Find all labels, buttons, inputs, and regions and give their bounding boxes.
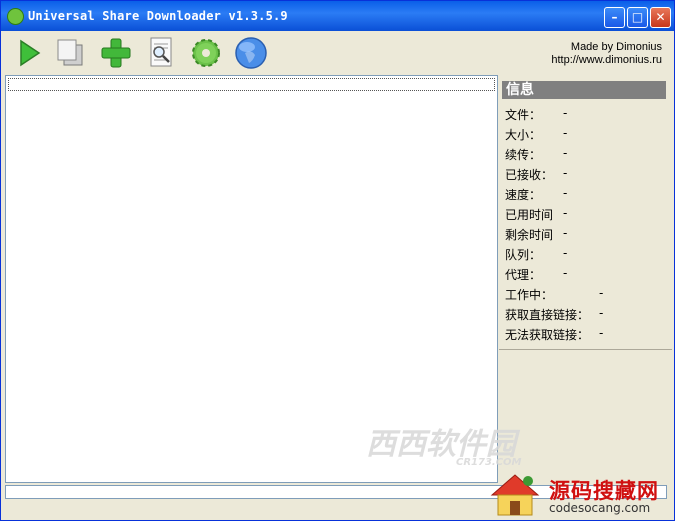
info-label: 代理： bbox=[505, 268, 542, 282]
credits: Made by Dimonius http://www.dimonius.ru bbox=[551, 41, 662, 67]
app-window: Universal Share Downloader v1.3.5.9 – □ … bbox=[0, 0, 675, 521]
title-bar[interactable]: Universal Share Downloader v1.3.5.9 – □ … bbox=[1, 1, 674, 31]
info-label: 获取直接链接： bbox=[505, 308, 590, 322]
add-button[interactable] bbox=[98, 35, 134, 71]
info-label: 文件： bbox=[505, 108, 542, 122]
info-label: 速度： bbox=[505, 188, 542, 202]
info-value: - bbox=[599, 306, 604, 320]
info-label: 无法获取链接： bbox=[505, 328, 590, 342]
window-title: Universal Share Downloader v1.3.5.9 bbox=[28, 9, 288, 23]
info-value: - bbox=[599, 286, 604, 300]
info-value: - bbox=[563, 266, 568, 280]
add-icon bbox=[101, 38, 131, 68]
house-logo-icon bbox=[490, 474, 540, 516]
info-value: - bbox=[563, 146, 568, 160]
app-icon bbox=[7, 8, 24, 25]
info-label: 剩余时间 bbox=[505, 228, 554, 242]
web-button[interactable] bbox=[233, 35, 269, 71]
credit-url[interactable]: http://www.dimonius.ru bbox=[551, 54, 662, 67]
info-label: 已接收： bbox=[505, 168, 554, 182]
minimize-button[interactable]: – bbox=[604, 7, 625, 28]
info-panel-header: 信息 bbox=[502, 81, 666, 99]
settings-gear-icon bbox=[192, 39, 220, 67]
maximize-button[interactable]: □ bbox=[627, 7, 648, 28]
close-button[interactable]: ✕ bbox=[650, 7, 671, 28]
info-label: 续传： bbox=[505, 148, 542, 162]
search-document-button[interactable] bbox=[143, 35, 179, 71]
info-label: 已用时间 bbox=[505, 208, 554, 222]
copy-icon bbox=[57, 39, 83, 66]
info-label: 大小： bbox=[505, 128, 542, 142]
play-icon bbox=[20, 39, 41, 67]
credit-author: Made by Dimonius bbox=[570, 41, 662, 53]
list-focus-row[interactable] bbox=[8, 78, 495, 91]
copy-button[interactable] bbox=[53, 35, 89, 71]
watermark-site-url: codesocang.com bbox=[549, 501, 651, 515]
globe-icon bbox=[235, 37, 267, 69]
info-label: 队列： bbox=[505, 248, 542, 262]
toolbar: Made by Dimonius http://www.dimonius.ru bbox=[5, 32, 672, 74]
info-value: - bbox=[563, 126, 568, 140]
info-value: - bbox=[563, 206, 568, 220]
info-value: - bbox=[563, 166, 568, 180]
start-download-button[interactable] bbox=[11, 35, 47, 71]
info-value: - bbox=[563, 106, 568, 120]
info-value: - bbox=[563, 186, 568, 200]
settings-button[interactable] bbox=[188, 35, 224, 71]
info-label: 工作中： bbox=[505, 288, 554, 302]
search-document-icon bbox=[150, 37, 172, 67]
info-value: - bbox=[599, 326, 604, 340]
info-value: - bbox=[563, 246, 568, 260]
info-panel: 信息 文件： - 大小： - 续传： - 已接收： - 速度： - 已用时间 - 剩余时间 - 队列： - 代理… bbox=[499, 75, 672, 350]
watermark-cr173: 西西软件园 CR173.COM bbox=[366, 427, 522, 468]
info-value: - bbox=[563, 226, 568, 240]
